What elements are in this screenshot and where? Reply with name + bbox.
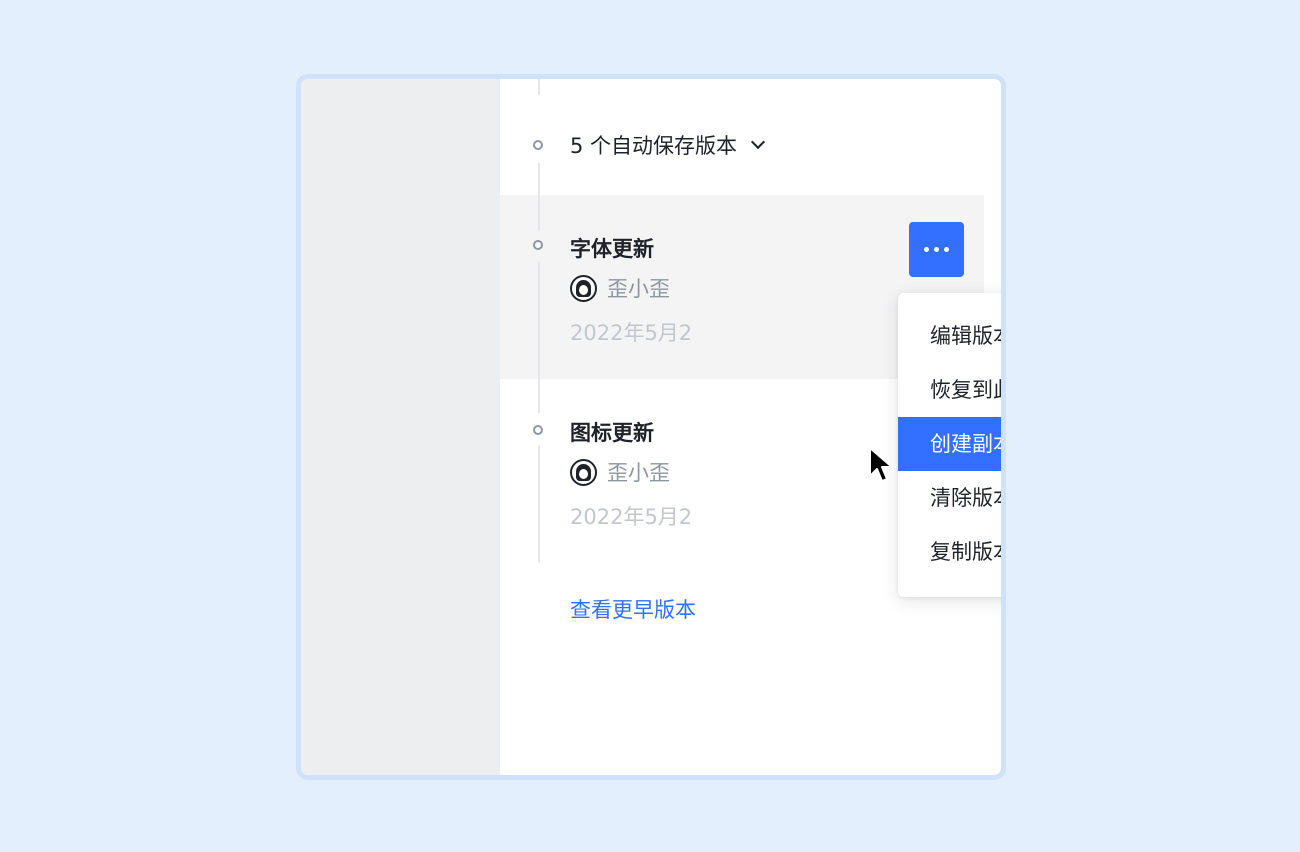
- timeline-node: [533, 240, 543, 250]
- author-name: 歪小歪: [607, 461, 670, 485]
- version-title: 字体更新: [570, 237, 654, 261]
- version-title: 图标更新: [570, 421, 654, 445]
- document-preview-panel: [301, 79, 500, 775]
- timeline-node: [533, 425, 543, 435]
- version-history-window: 5 个自动保存版本 字体更新 歪小歪 2022年5月2 图标更新 歪小歪 202…: [296, 74, 1006, 780]
- timeline-line: [538, 163, 540, 231]
- auto-save-versions-toggle[interactable]: 5 个自动保存版本: [570, 131, 766, 159]
- version-author: 歪小歪: [570, 273, 670, 303]
- menu-item-clear-version-info[interactable]: 清除版本信息: [898, 471, 1001, 525]
- user-avatar-icon: [570, 458, 597, 486]
- version-history-panel: 5 个自动保存版本 字体更新 歪小歪 2022年5月2 图标更新 歪小歪 202…: [500, 79, 1001, 775]
- timeline-line: [538, 445, 540, 563]
- menu-item-restore-version[interactable]: 恢复到此版本: [898, 363, 1001, 417]
- auto-save-versions-label: 5 个自动保存版本: [570, 134, 738, 158]
- user-avatar-icon: [570, 274, 597, 302]
- more-horizontal-icon: [944, 247, 949, 252]
- more-horizontal-icon: [934, 247, 939, 252]
- chevron-down-icon: [750, 134, 766, 150]
- version-author: 歪小歪: [570, 457, 670, 487]
- menu-item-edit-version-info[interactable]: 编辑版本信息: [898, 309, 1001, 363]
- version-context-menu: 编辑版本信息 恢复到此版本 创建副本 清除版本信息 复制版本链接: [898, 293, 1001, 597]
- view-earlier-versions-link[interactable]: 查看更早版本: [570, 594, 696, 624]
- more-horizontal-icon: [924, 247, 929, 252]
- menu-item-create-copy[interactable]: 创建副本: [898, 417, 1001, 471]
- timeline-node: [533, 140, 543, 150]
- menu-item-copy-version-link[interactable]: 复制版本链接: [898, 525, 1001, 579]
- author-name: 歪小歪: [607, 277, 670, 301]
- timeline-line: [538, 79, 540, 95]
- mouse-pointer-icon: [869, 447, 893, 482]
- more-actions-button[interactable]: [909, 222, 964, 277]
- version-date: 2022年5月2: [570, 321, 693, 345]
- version-date: 2022年5月2: [570, 505, 693, 529]
- timeline-line: [538, 261, 540, 413]
